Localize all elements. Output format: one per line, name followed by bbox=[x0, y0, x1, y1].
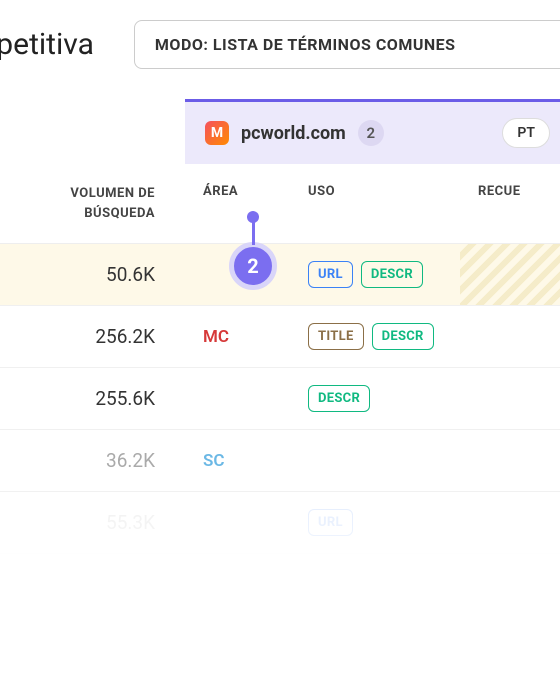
cell-area: MC bbox=[185, 327, 290, 347]
domain-count-badge: 2 bbox=[358, 120, 384, 146]
page-title: mpetitiva bbox=[0, 27, 94, 62]
cell-uso: DESCR bbox=[290, 385, 460, 412]
step-indicator: 2 bbox=[229, 215, 277, 290]
domain-name: pcworld.com bbox=[241, 123, 346, 144]
column-header-recue[interactable]: RECUE bbox=[460, 164, 560, 243]
domain-icon: M bbox=[205, 121, 229, 145]
data-table: M pcworld.com 2 PT VOLUMEN DE BÚSQUEDA Á… bbox=[0, 99, 560, 554]
cell-recue bbox=[460, 244, 560, 305]
table-row[interactable]: 256.2K MC TITLE DESCR bbox=[0, 306, 560, 368]
cell-uso: TITLE DESCR bbox=[290, 323, 460, 350]
mode-selector[interactable]: MODO: LISTA DE TÉRMINOS COMUNES bbox=[134, 20, 560, 69]
table-row[interactable]: 55.3K URL bbox=[0, 492, 560, 554]
step-dot-icon bbox=[247, 211, 259, 223]
table-row[interactable]: 36.2K SC bbox=[0, 430, 560, 492]
cell-volumen: 50.6K bbox=[0, 263, 185, 286]
pt-badge[interactable]: PT bbox=[502, 118, 550, 148]
tag-url: URL bbox=[308, 509, 353, 536]
table-row[interactable]: 255.6K DESCR bbox=[0, 368, 560, 430]
cell-uso: URL bbox=[290, 509, 460, 536]
column-header-volumen[interactable]: VOLUMEN DE BÚSQUEDA bbox=[0, 164, 185, 243]
domain-header: M pcworld.com 2 PT bbox=[185, 102, 560, 164]
tag-url: URL bbox=[308, 261, 353, 288]
tag-descr: DESCR bbox=[308, 385, 370, 412]
tag-title: TITLE bbox=[308, 323, 364, 350]
column-headers: VOLUMEN DE BÚSQUEDA ÁREA USO RECUE bbox=[0, 164, 560, 244]
step-number-badge: 2 bbox=[229, 242, 277, 290]
cell-volumen: 36.2K bbox=[0, 449, 185, 472]
tag-descr: DESCR bbox=[361, 261, 423, 288]
tag-descr: DESCR bbox=[372, 323, 434, 350]
cell-volumen: 256.2K bbox=[0, 325, 185, 348]
cell-volumen: 255.6K bbox=[0, 387, 185, 410]
cell-volumen: 55.3K bbox=[0, 511, 185, 534]
cell-area: SC bbox=[185, 451, 290, 471]
table-row[interactable]: 50.6K URL DESCR bbox=[0, 244, 560, 306]
cell-uso: URL DESCR bbox=[290, 261, 460, 288]
column-header-uso[interactable]: USO bbox=[290, 164, 460, 243]
